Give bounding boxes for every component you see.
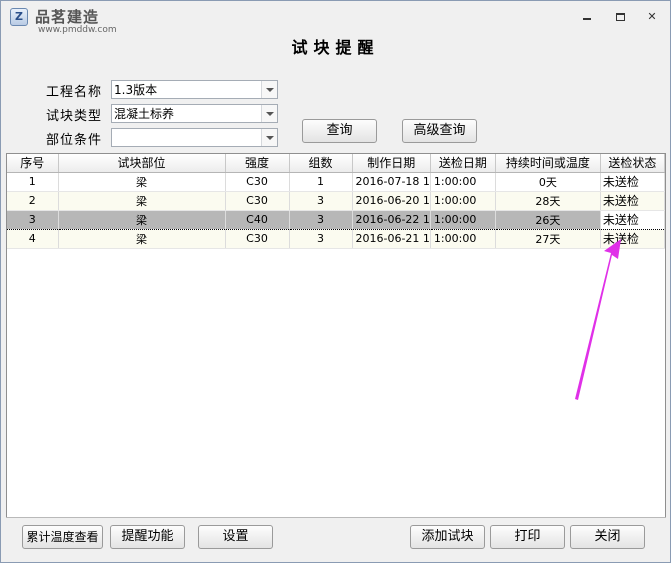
page-title: 试块提醒 (291, 38, 380, 57)
table-cell: 26天 (495, 209, 601, 230)
table-cell: 0天 (495, 172, 601, 192)
table-cell: 3 (289, 229, 353, 249)
table-row-selected[interactable]: 3 梁 C40 3 2016-06-22 1 1:00:00 26天 未送检 (7, 209, 665, 230)
table-cell: C30 (225, 191, 290, 211)
app-window: Z 品茗建造 www.pmddw.com ✕ 试块提醒 工程名称 1.3版本 试… (0, 0, 671, 563)
project-name-value: 1.3版本 (114, 83, 158, 97)
table-row[interactable]: 4 梁 C30 3 2016-06-21 1 1:00:00 27天 未送检 (7, 229, 665, 249)
table-cell: 2 (7, 191, 59, 211)
title-bar: Z 品茗建造 www.pmddw.com ✕ (1, 1, 670, 35)
query-button[interactable]: 查询 (302, 119, 377, 143)
table-cell: 未送检 (600, 191, 665, 211)
table-cell: 2016-06-22 1 (352, 209, 431, 230)
table-cell: 1:00:00 (430, 229, 496, 249)
position-condition-select[interactable] (111, 128, 278, 147)
column-header[interactable]: 送检日期 (430, 154, 496, 173)
table-cell: C30 (225, 229, 290, 249)
position-condition-label: 部位条件 (46, 133, 103, 148)
project-name-label: 工程名称 (46, 85, 103, 100)
table-cell: 未送检 (600, 209, 665, 230)
column-header[interactable]: 制作日期 (352, 154, 431, 173)
table-cell: 梁 (58, 191, 226, 211)
block-table-grid: 序号 试块部位 强度 组数 制作日期 送检日期 持续时间或温度 送检状态 1 梁… (7, 154, 665, 249)
table-cell: 1:00:00 (430, 172, 496, 192)
block-type-value: 混凝土标养 (114, 107, 175, 121)
table-cell: 27天 (495, 229, 601, 249)
temperature-view-button[interactable]: 累计温度查看 (22, 525, 103, 549)
table-row[interactable]: 1 梁 C30 1 2016-07-18 1 1:00:00 0天 未送检 (7, 172, 665, 192)
project-name-select[interactable]: 1.3版本 (111, 80, 278, 99)
table-cell: 4 (7, 229, 59, 249)
table-cell: 3 (289, 191, 353, 211)
table-cell: 梁 (58, 209, 226, 230)
column-header[interactable]: 组数 (289, 154, 353, 173)
block-type-label: 试块类型 (46, 109, 103, 124)
table-cell: 梁 (58, 229, 226, 249)
table-cell: 28天 (495, 191, 601, 211)
divider (6, 517, 666, 518)
column-header[interactable]: 持续时间或温度 (495, 154, 601, 173)
table-cell: 2016-07-18 1 (352, 172, 431, 192)
minimize-icon[interactable] (580, 11, 594, 23)
column-header[interactable]: 强度 (225, 154, 290, 173)
chevron-down-icon[interactable] (261, 129, 277, 146)
table-cell: C40 (225, 209, 290, 230)
close-button[interactable]: 关闭 (570, 525, 645, 549)
table-cell: 3 (7, 209, 59, 230)
table-cell: 未送检 (600, 172, 665, 192)
print-button[interactable]: 打印 (490, 525, 565, 549)
table-cell: 1:00:00 (430, 209, 496, 230)
block-type-select[interactable]: 混凝土标养 (111, 104, 278, 123)
table-cell: 未送检 (600, 229, 665, 249)
chevron-down-icon[interactable] (261, 105, 277, 122)
table-row[interactable]: 2 梁 C30 3 2016-06-20 1 1:00:00 28天 未送检 (7, 191, 665, 211)
table-cell: 1 (7, 172, 59, 192)
settings-button[interactable]: 设置 (198, 525, 273, 549)
table-cell: 3 (289, 209, 353, 230)
column-header[interactable]: 送检状态 (600, 154, 665, 173)
table-cell: 2016-06-20 1 (352, 191, 431, 211)
table-header-row: 序号 试块部位 强度 组数 制作日期 送检日期 持续时间或温度 送检状态 (7, 154, 665, 173)
table-cell: 2016-06-21 1 (352, 229, 431, 249)
close-icon[interactable]: ✕ (645, 11, 659, 23)
table-cell: 1:00:00 (430, 191, 496, 211)
column-header[interactable]: 试块部位 (58, 154, 226, 173)
maximize-icon[interactable] (613, 11, 627, 23)
add-block-button[interactable]: 添加试块 (410, 525, 485, 549)
app-logo-icon: Z (10, 8, 28, 26)
table-cell: 1 (289, 172, 353, 192)
reminder-button[interactable]: 提醒功能 (110, 525, 185, 549)
table-cell: 梁 (58, 172, 226, 192)
watermark-title: 品茗建造 (35, 8, 100, 26)
chevron-down-icon[interactable] (261, 81, 277, 98)
block-table[interactable]: 序号 试块部位 强度 组数 制作日期 送检日期 持续时间或温度 送检状态 1 梁… (6, 153, 666, 518)
advanced-query-button[interactable]: 高级查询 (402, 119, 477, 143)
column-header[interactable]: 序号 (7, 154, 59, 173)
table-cell: C30 (225, 172, 290, 192)
